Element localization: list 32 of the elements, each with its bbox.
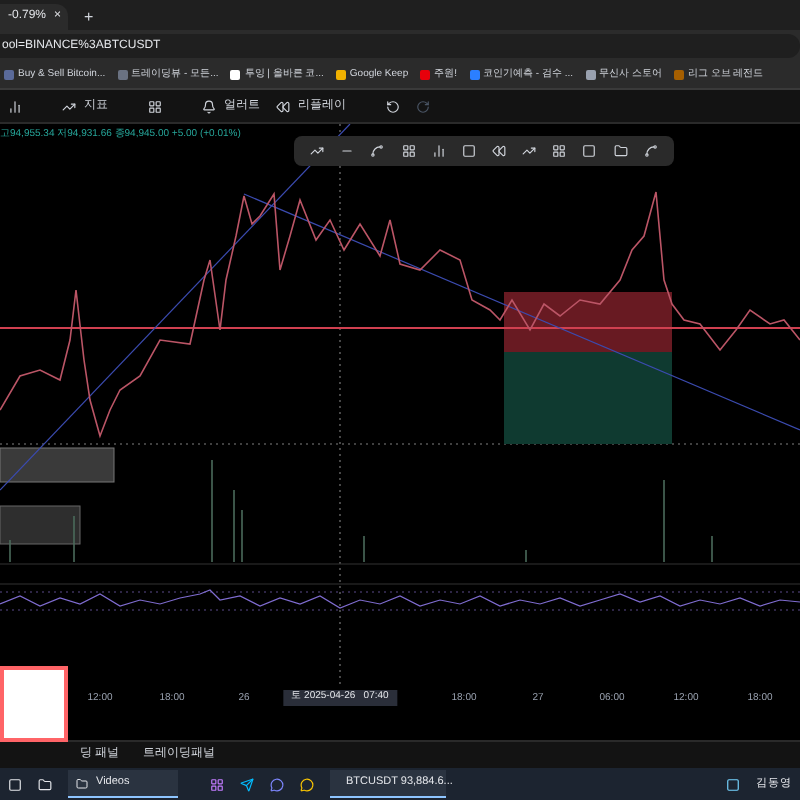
drawing-tool-icon[interactable] — [522, 144, 537, 158]
send-icon[interactable] — [240, 777, 254, 791]
favicon-icon — [420, 70, 431, 80]
chart-icon — [62, 99, 76, 113]
drawing-tool-icon[interactable] — [613, 144, 628, 158]
drawing-tool-icon[interactable] — [431, 144, 446, 158]
new-tab-button[interactable]: + — [84, 10, 94, 26]
favicon-icon — [673, 70, 684, 80]
drawing-tool-icon[interactable] — [401, 144, 416, 158]
chat-icon[interactable] — [270, 777, 284, 791]
bell-icon — [202, 99, 216, 113]
drawing-tool-icon[interactable] — [643, 144, 658, 158]
grid-icon[interactable] — [148, 99, 162, 113]
undo-icon[interactable] — [386, 99, 400, 113]
favicon-icon — [585, 70, 595, 80]
rewind-icon — [276, 99, 290, 113]
ad-placeholder — [0, 666, 68, 742]
drawing-tool-icon[interactable] — [552, 144, 567, 158]
favicon-icon — [469, 70, 479, 80]
chat-icon[interactable] — [300, 777, 314, 791]
drawing-tool-icon[interactable] — [370, 144, 385, 158]
folder-icon — [76, 777, 88, 789]
drawing-tool-icon[interactable] — [461, 144, 476, 158]
stop-loss-zone[interactable] — [504, 292, 672, 352]
favicon-icon — [335, 70, 346, 80]
favicon-icon — [230, 70, 241, 80]
drawing-tool-icon[interactable] — [492, 144, 507, 158]
favicon-icon — [117, 70, 128, 80]
trend-line[interactable] — [243, 193, 800, 431]
drawing-tool-icon[interactable] — [310, 144, 325, 158]
drawing-tool-icon[interactable] — [582, 144, 597, 158]
favicon-icon — [4, 70, 14, 80]
